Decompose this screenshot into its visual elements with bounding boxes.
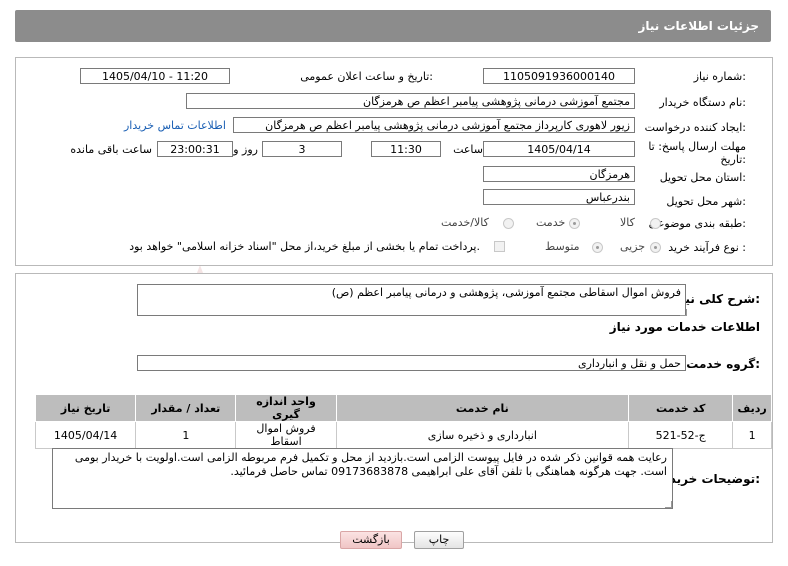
quantity-cell: 1 — [135, 421, 237, 449]
need-info-panel — [15, 57, 773, 266]
column-header-row-number: ردیف — [732, 394, 772, 422]
buyer-notes-field: رعایت همه قوانین ذکر شده در فایل پیوست ا… — [52, 448, 673, 509]
table-row: 1 ج-52-521 انبارداری و ذخیره سازی فروش ا… — [34, 421, 772, 449]
row-number-cell: 1 — [732, 421, 772, 449]
column-header-service-name: نام خدمت — [335, 394, 630, 422]
category-label: طبقه بندی موضوعی: — [648, 217, 746, 230]
process-medium-label: متوسط — [545, 240, 580, 253]
deadline-date-field: 1405/04/14 — [483, 141, 635, 157]
treasury-checkbox[interactable] — [494, 241, 505, 252]
column-header-quantity: تعداد / مقدار — [135, 394, 237, 422]
buyer-label: نام دستگاه خریدار: — [659, 96, 746, 109]
process-medium-radio[interactable] — [592, 242, 603, 253]
days-field: 3 — [262, 141, 342, 157]
announce-field: 1405/04/10 - 11:20 — [80, 68, 230, 84]
column-header-service-code: کد خدمت — [628, 394, 734, 422]
remaining-label: ساعت باقی مانده — [70, 143, 152, 156]
need-date-cell: 1405/04/14 — [34, 421, 137, 449]
announce-label: تاریخ و ساعت اعلان عمومی: — [300, 70, 433, 83]
city-field: بندرعباس — [483, 189, 635, 205]
service-group-label: گروه خدمت: — [686, 357, 760, 371]
need-number-label: شماره نیاز: — [693, 70, 746, 83]
deadline-label: مهلت ارسال پاسخ: تا — [648, 140, 746, 153]
category-service-radio[interactable] — [569, 218, 580, 229]
category-service-label: خدمت — [536, 216, 566, 229]
print-button[interactable]: چاپ — [414, 531, 464, 549]
category-goods-service-label: کالا/خدمت — [441, 216, 489, 229]
service-group-field: حمل و نقل و انبارداری — [137, 355, 686, 371]
category-goods-service-radio[interactable] — [503, 218, 514, 229]
category-goods-radio[interactable] — [650, 218, 661, 229]
city-label: شهر محل تحویل: — [666, 195, 746, 208]
table-header-row: ردیف کد خدمت نام خدمت واحد اندازه گیری ت… — [34, 394, 772, 422]
page-header: جزئیات اطلاعات نیاز — [15, 10, 771, 42]
page-title: جزئیات اطلاعات نیاز — [638, 19, 759, 33]
creator-field: زیور لاهوری کارپرداز مجتمع آموزشی درمانی… — [233, 117, 635, 133]
category-goods-label: کالا — [620, 216, 635, 229]
buyer-contact-link[interactable]: اطلاعات تماس خریدار — [124, 119, 226, 132]
service-code-cell: ج-52-521 — [628, 421, 734, 449]
creator-label: ایجاد کننده درخواست: — [644, 121, 746, 134]
need-number-field: 1105091936000140 — [483, 68, 635, 84]
remaining-time-field: 23:00:31 — [157, 141, 233, 157]
treasury-note: پرداخت تمام یا بخشی از مبلغ خرید،از محل … — [129, 240, 480, 253]
column-header-unit: واحد اندازه گیری — [235, 394, 337, 422]
province-label: استان محل تحویل: — [659, 171, 746, 184]
process-partial-radio[interactable] — [650, 242, 661, 253]
buyer-notes-resize-handle[interactable] — [665, 501, 672, 508]
deadline-time-label: ساعت — [453, 143, 483, 156]
province-field: هرمزگان — [483, 166, 635, 182]
deadline-time-field: 11:30 — [371, 141, 441, 157]
deadline-label-2: تاریخ: — [720, 153, 746, 166]
buyer-notes-label: توضیحات خریدار: — [658, 472, 760, 486]
description-resize-handle[interactable] — [680, 309, 687, 316]
column-header-need-date: تاریخ نیاز — [34, 394, 137, 422]
service-name-cell: انبارداری و ذخیره سازی — [335, 421, 630, 449]
days-label: روز و — [233, 143, 258, 156]
buyer-field: مجتمع آموزشی درمانی پژوهشی پیامبر اعظم ص… — [186, 93, 635, 109]
process-partial-label: جزیی — [620, 240, 646, 253]
back-button[interactable]: بازگشت — [340, 531, 402, 549]
services-table: ردیف کد خدمت نام خدمت واحد اندازه گیری ت… — [34, 394, 772, 449]
description-label: شرح کلی نیاز: — [674, 292, 760, 306]
description-field: فروش اموال اسقاطی مجتمع آموزشی، پژوهشی و… — [137, 284, 686, 316]
process-label: نوع فرآیند خرید : — [668, 241, 746, 254]
services-section-title: اطلاعات خدمات مورد نیاز — [609, 320, 760, 334]
unit-cell: فروش اموال اسقاط — [235, 421, 337, 449]
